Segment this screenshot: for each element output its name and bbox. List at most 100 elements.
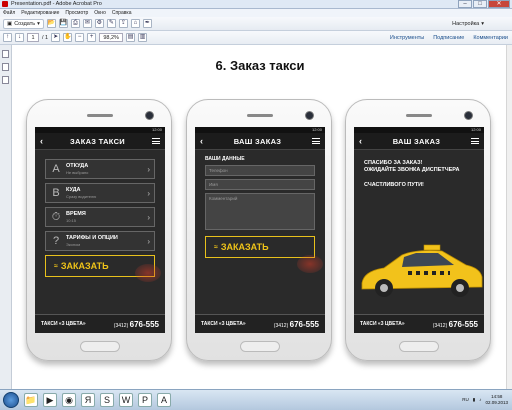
home-button[interactable] [399, 341, 439, 352]
speaker [247, 114, 273, 117]
app-footer: ТАКСИ «3 ЦВЕТА» (3412) 676-555 [35, 314, 165, 333]
back-icon[interactable]: ‹ [359, 136, 362, 146]
phone-field[interactable]: Телефон [205, 165, 315, 176]
to-row[interactable]: B КУДА Сразу водителю › [45, 183, 155, 203]
clock-icon: ⏱ [51, 210, 61, 223]
tools-link[interactable]: Инструменты [390, 35, 424, 41]
network-icon[interactable]: ▮ [473, 397, 475, 403]
hand-tool-icon[interactable]: ✋ [63, 33, 73, 42]
speaker [87, 114, 113, 117]
start-button[interactable] [3, 392, 19, 408]
taxi-name: ТАКСИ «3 ЦВЕТА» [360, 321, 405, 327]
comment-field[interactable]: Комментарий [205, 193, 315, 230]
save-icon[interactable]: 💾 [58, 19, 68, 28]
menu-edit[interactable]: Редактирование [21, 10, 59, 16]
skype-icon[interactable]: S [100, 393, 114, 407]
camera [305, 111, 314, 120]
home-button[interactable] [240, 341, 280, 352]
tap-hand-icon [135, 264, 161, 282]
comment-icon[interactable]: ✎ [106, 19, 116, 28]
row-label: ОТКУДА [66, 163, 89, 169]
volume-icon[interactable]: ♪ [479, 397, 481, 402]
phone-your-order: 12:00 ‹ ВАШ ЗАКАЗ ВАШИ ДАННЫЕ Телефон Им… [186, 99, 332, 361]
order-button-label: ЗАКАЗАТЬ [220, 242, 269, 252]
media-player-icon[interactable]: ▶ [43, 393, 57, 407]
email-icon[interactable]: ✉ [82, 19, 92, 28]
name-field[interactable]: Имя [205, 179, 315, 190]
explorer-icon[interactable]: 📁 [24, 393, 38, 407]
minimize-button[interactable]: – [458, 0, 472, 8]
order-button[interactable]: ≈ ЗАКАЗАТЬ [205, 236, 315, 258]
zoom-input[interactable]: 98,2% [99, 33, 124, 42]
next-page-icon[interactable]: ↓ [15, 33, 24, 42]
page-number-input[interactable]: 1 [27, 33, 39, 42]
section-label: ВАШИ ДАННЫЕ [205, 156, 245, 162]
time-row[interactable]: ⏱ ВРЕМЯ 10:15 › [45, 207, 155, 227]
attachments-icon[interactable] [2, 76, 9, 84]
phone-number[interactable]: (3412) 676-555 [433, 320, 478, 329]
bookmarks-icon[interactable] [2, 63, 9, 71]
point-a-icon: A [52, 163, 60, 175]
stamp-icon[interactable]: ⌂ [130, 19, 140, 28]
thanks-line: СПАСИБО ЗА ЗАКАЗ! [364, 160, 423, 166]
customize-dropdown[interactable]: Настройка ▾ [452, 19, 484, 28]
wait-line: ОЖИДАЙТЕ ЗВОНКА ДИСПЕТЧЕРА [364, 167, 460, 173]
chevron-down-icon: ▾ [481, 20, 484, 27]
phone-code: (3412) [273, 322, 289, 329]
back-icon[interactable]: ‹ [40, 136, 43, 146]
home-button[interactable] [80, 341, 120, 352]
phone-digits: 676-555 [129, 319, 159, 329]
fit-page-icon[interactable]: ▤ [126, 33, 136, 42]
photoshop-icon[interactable]: P [138, 393, 152, 407]
open-icon[interactable]: 📂 [46, 19, 56, 28]
prev-page-icon[interactable]: ↑ [3, 33, 12, 42]
camera [464, 111, 473, 120]
create-button[interactable]: ▣ Создать ▾ [3, 18, 44, 29]
acrobat-icon[interactable]: A [157, 393, 171, 407]
back-icon[interactable]: ‹ [200, 136, 203, 146]
yandex-icon[interactable]: Я [81, 393, 95, 407]
comments-link[interactable]: Комментарии [473, 35, 508, 41]
phone-order-confirmed: 12:00 ‹ ВАШ ЗАКАЗ СПАСИБО ЗА ЗАКАЗ! ОЖИД… [345, 99, 491, 361]
arrow-icon: ≈ [54, 262, 58, 270]
phone-number[interactable]: (3412) 676-555 [274, 320, 319, 329]
row-label: КУДА [66, 187, 81, 193]
chevron-right-icon: › [147, 212, 150, 222]
settings-icon[interactable]: ⚙ [94, 19, 104, 28]
phone-number[interactable]: (3412) 676-555 [114, 320, 159, 329]
language-indicator[interactable]: RU [462, 397, 469, 402]
sign-icon[interactable]: ✒ [142, 19, 152, 28]
fit-width-icon[interactable]: ▥ [138, 33, 148, 42]
tariffs-row[interactable]: ? ТАРИФЫ И ОПЦИИ Эконом › [45, 231, 155, 251]
maximize-button[interactable]: □ [473, 0, 487, 8]
menu-view[interactable]: Просмотр [65, 10, 88, 16]
vertical-scrollbar[interactable] [506, 45, 512, 389]
menu-icon[interactable] [471, 138, 479, 144]
sign-link[interactable]: Подписание [433, 35, 464, 41]
menu-file[interactable]: Файл [3, 10, 15, 16]
row-value: Эконом [66, 242, 81, 247]
firefox-icon[interactable]: ◉ [62, 393, 76, 407]
app-footer: ТАКСИ «3 ЦВЕТА» (3412) 676-555 [195, 314, 325, 333]
clock[interactable]: 14:58 02.09.2013 [485, 394, 508, 406]
menu-icon[interactable] [312, 138, 320, 144]
taxi-name: ТАКСИ «3 ЦВЕТА» [201, 321, 246, 327]
camera [145, 111, 154, 120]
acrobat-icon [2, 1, 8, 7]
taskbar: 📁 ▶ ◉ Я S W P A [0, 389, 512, 410]
pages-icon[interactable] [2, 50, 9, 58]
zoom-in-icon[interactable]: + [87, 33, 97, 42]
screen-title: ЗАКАЗ ТАКСИ [69, 136, 125, 146]
print-icon[interactable]: ⎙ [70, 19, 80, 28]
phone-screen: 12:00 ‹ ЗАКАЗ ТАКСИ A ОТКУДА Не выбрано ›… [35, 127, 165, 333]
zoom-out-icon[interactable]: − [75, 33, 85, 42]
menu-icon[interactable] [151, 138, 160, 144]
chevron-right-icon: › [147, 188, 150, 198]
from-row[interactable]: A ОТКУДА Не выбрано › [45, 159, 155, 179]
select-tool-icon[interactable]: ➤ [51, 33, 61, 42]
share-icon[interactable]: ⇪ [118, 19, 128, 28]
menu-window[interactable]: Окно [94, 10, 106, 16]
menu-help[interactable]: Справка [112, 10, 132, 16]
word-icon[interactable]: W [119, 393, 133, 407]
close-button[interactable]: ✕ [488, 0, 510, 8]
